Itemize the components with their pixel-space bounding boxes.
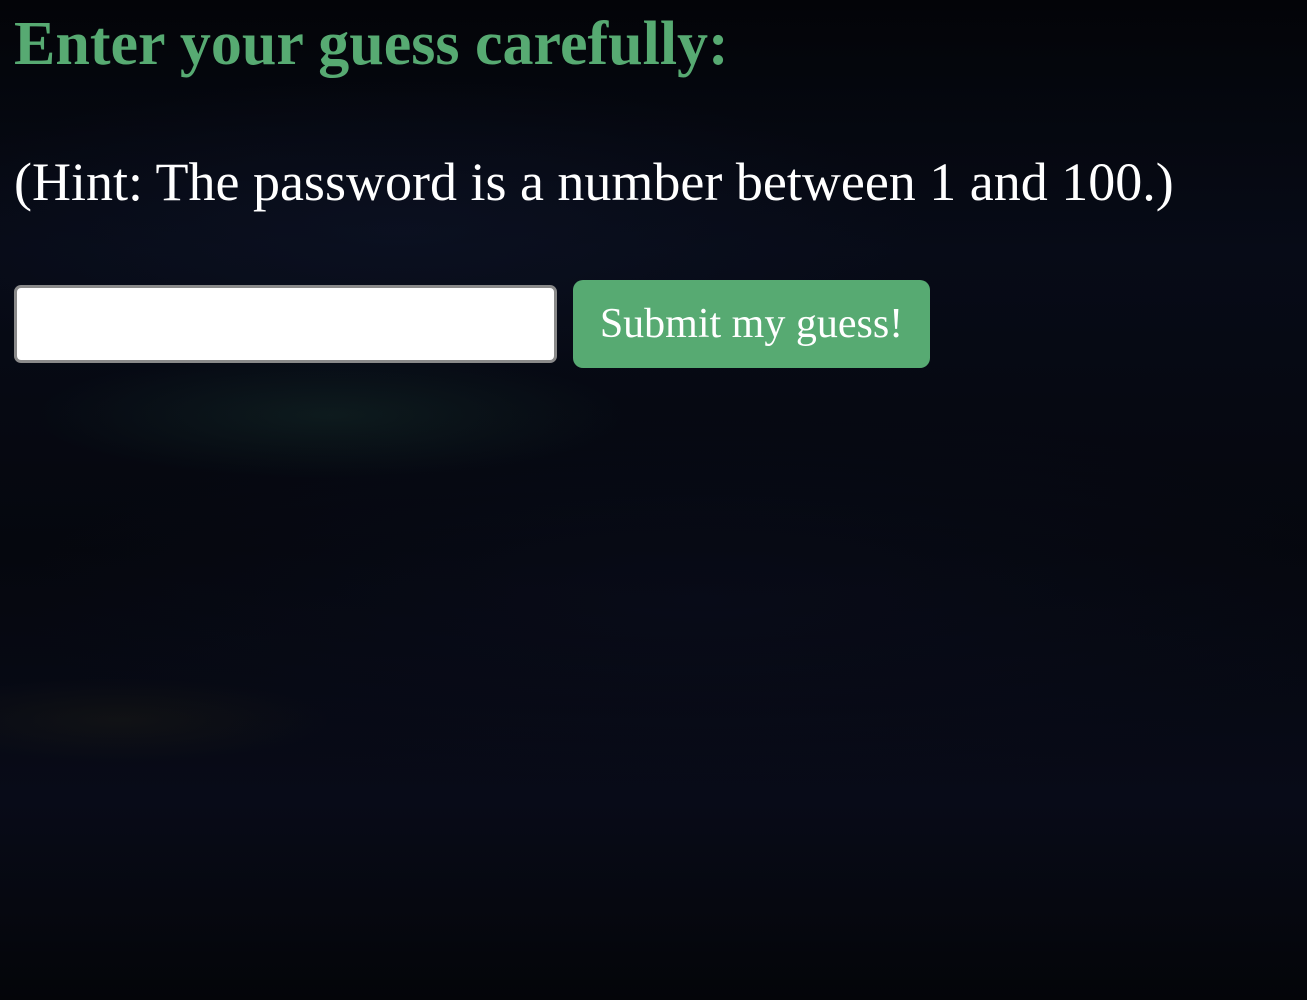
guess-input[interactable]	[14, 285, 557, 363]
page-content: Enter your guess carefully: (Hint: The p…	[0, 0, 1307, 368]
guess-form: Submit my guess!	[14, 280, 1293, 368]
submit-guess-button[interactable]: Submit my guess!	[573, 280, 930, 368]
hint-text: (Hint: The password is a number between …	[14, 152, 1174, 212]
page-heading: Enter your guess carefully:	[14, 10, 729, 78]
